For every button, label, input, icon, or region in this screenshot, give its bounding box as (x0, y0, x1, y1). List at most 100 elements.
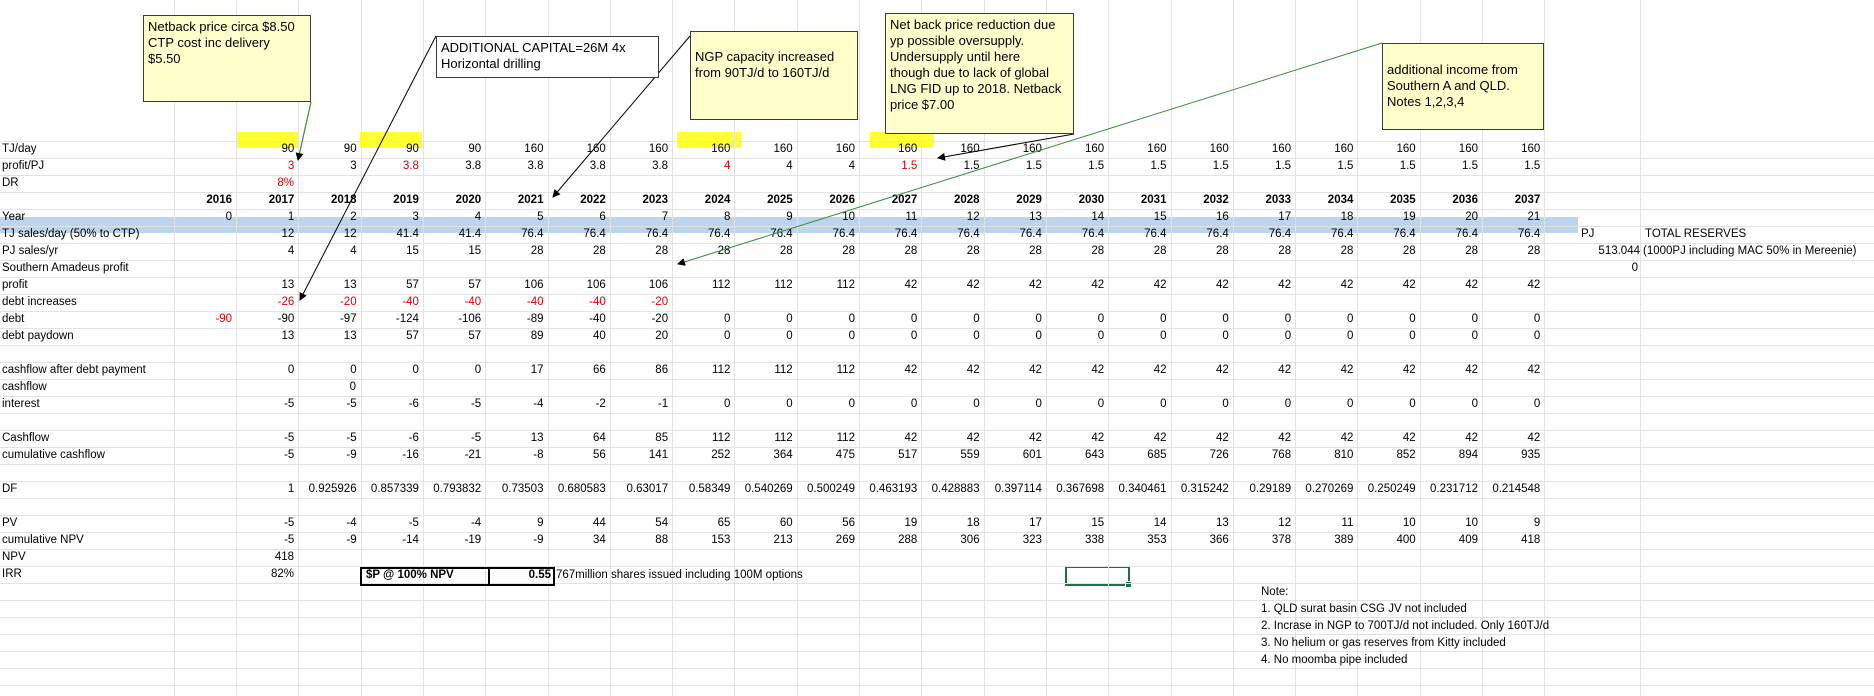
cell-cfafter[interactable]: 112 (672, 362, 730, 379)
cell-cashflow[interactable]: 42 (1482, 430, 1541, 447)
cell-interest[interactable]: 0 (1357, 396, 1415, 413)
cell-tjsales[interactable]: 76.4 (734, 226, 792, 243)
cell-cumcf[interactable]: 56 (548, 447, 606, 464)
cell-profitpj[interactable]: 1.5 (1295, 158, 1353, 175)
cell-cfafter[interactable]: 0 (423, 362, 481, 379)
cell-paydown[interactable]: 0 (1233, 328, 1291, 345)
cell-pjsales[interactable]: 15 (423, 243, 481, 260)
cell-interest[interactable]: 0 (921, 396, 979, 413)
cell-cumnpv[interactable]: 34 (548, 532, 606, 549)
cell-cumnpv[interactable]: -9 (298, 532, 356, 549)
cell-debtinc[interactable] (1482, 294, 1540, 311)
cell-interest[interactable]: 0 (1482, 396, 1540, 413)
cell-yearnum[interactable]: 15 (1108, 209, 1167, 226)
cell-cumnpv[interactable]: -19 (423, 532, 482, 549)
cell-interest[interactable]: -2 (548, 396, 606, 413)
cell-profitpj[interactable]: 1.5 (859, 158, 917, 175)
cell-paydown[interactable]: 0 (797, 328, 855, 345)
cell-tjsales[interactable]: 76.4 (548, 226, 605, 243)
cell-cashflow[interactable]: -6 (361, 430, 419, 447)
cell-debtinc[interactable]: -40 (548, 294, 606, 311)
cell-tjsales[interactable]: 76.4 (1233, 226, 1291, 243)
cell-cumnpv[interactable]: 306 (921, 532, 979, 549)
cell-cfafter[interactable]: 42 (1482, 362, 1541, 379)
cell-yearnum[interactable]: 16 (1171, 209, 1229, 226)
cell-debt[interactable]: -89 (485, 311, 544, 328)
cell-cumcf[interactable]: 894 (1420, 447, 1478, 464)
cell-profit[interactable]: 42 (1357, 277, 1416, 294)
cell-debtinc[interactable]: -26 (236, 294, 295, 311)
cell-pv[interactable]: 60 (734, 515, 793, 532)
cell-df[interactable]: 0.428883 (921, 481, 980, 498)
cell-cumnpv[interactable]: 400 (1357, 532, 1416, 549)
cell-tjday[interactable]: 160 (1357, 141, 1416, 158)
cell-pjsales[interactable]: 28 (1171, 243, 1229, 260)
cell-profit[interactable]: 42 (1046, 277, 1104, 294)
cell-df[interactable]: 0.315242 (1171, 481, 1229, 498)
cell-df[interactable]: 0.540269 (734, 481, 793, 498)
cell-cfafter[interactable]: 0 (236, 362, 294, 379)
note-additional-income[interactable]: additional income from Southern A and QL… (1382, 43, 1544, 130)
cell-pjsales[interactable]: 28 (1233, 243, 1291, 260)
cell-cumnpv[interactable]: -14 (361, 532, 419, 549)
cell-cumcf[interactable]: -16 (361, 447, 419, 464)
cell-debt[interactable]: -90 (236, 311, 295, 328)
cell-debtinc[interactable] (921, 294, 979, 311)
cell-profitpj[interactable]: 1.5 (1046, 158, 1104, 175)
cell-tjsales[interactable]: 76.4 (1295, 226, 1353, 243)
cell-yearnum[interactable]: 10 (797, 209, 855, 226)
cell-profit[interactable]: 112 (734, 277, 792, 294)
cell-profit[interactable]: 57 (361, 277, 419, 294)
cell-cfafter[interactable]: 42 (859, 362, 918, 379)
cell-paydown[interactable]: 0 (1046, 328, 1104, 345)
cell-df[interactable]: 0.231712 (1420, 481, 1478, 498)
cell-interest[interactable]: 0 (1420, 396, 1478, 413)
cell-cumnpv[interactable]: 153 (672, 532, 730, 549)
cell-pv[interactable]: 18 (921, 515, 980, 532)
cell-cashflow[interactable]: 85 (610, 430, 668, 447)
cell-paydown[interactable]: 0 (921, 328, 979, 345)
cell-pjsales[interactable]: 4 (236, 243, 294, 260)
cell-pv[interactable]: 10 (1357, 515, 1416, 532)
cell-df[interactable]: 0.73503 (485, 481, 544, 498)
cell-cumcf[interactable]: 559 (921, 447, 979, 464)
cell-df[interactable]: 0.29189 (1233, 481, 1292, 498)
cell-debtinc[interactable] (859, 294, 917, 311)
cell-debt[interactable]: 0 (1357, 311, 1415, 328)
cell-tjsales[interactable]: 12 (298, 226, 357, 243)
cell-debtinc[interactable] (1233, 294, 1291, 311)
cell-profit[interactable]: 106 (485, 277, 543, 294)
cell-pjsales[interactable]: 28 (672, 243, 731, 260)
cell-cfafter[interactable]: 17 (485, 362, 544, 379)
cell-pjsales[interactable]: 28 (485, 243, 544, 260)
cell-years[interactable]: 2022 (548, 192, 606, 209)
cell-pv[interactable]: 56 (797, 515, 855, 532)
cell-cashflow[interactable]: -5 (298, 430, 356, 447)
cell-pjsales[interactable]: 28 (1108, 243, 1167, 260)
cell-profit[interactable]: 112 (797, 277, 855, 294)
cell-cumnpv[interactable]: 269 (797, 532, 855, 549)
cell-yearnum[interactable]: 2 (298, 209, 356, 226)
cell-tjday[interactable]: 160 (859, 141, 917, 158)
cell-profitpj[interactable]: 1.5 (1482, 158, 1540, 175)
cell-pv[interactable]: 65 (672, 515, 731, 532)
cell-yearnum[interactable]: 5 (485, 209, 543, 226)
cell-pv[interactable]: -5 (236, 515, 294, 532)
cell-tjsales[interactable]: 76.4 (984, 226, 1042, 243)
cell-interest[interactable]: -5 (298, 396, 356, 413)
cell-pjsales[interactable]: 28 (921, 243, 980, 260)
cell-cumnpv[interactable]: 366 (1171, 532, 1229, 549)
cell-cumcf[interactable]: 475 (797, 447, 855, 464)
cell-df[interactable]: 0.925926 (298, 481, 357, 498)
cell-profit[interactable]: 112 (672, 277, 730, 294)
cell-paydown[interactable]: 0 (859, 328, 917, 345)
cell-paydown[interactable]: 0 (1420, 328, 1478, 345)
cell-tjday[interactable]: 160 (1171, 141, 1229, 158)
cell-cfafter[interactable]: 0 (298, 362, 356, 379)
cell-debtinc[interactable] (672, 294, 730, 311)
cell-pv[interactable]: 15 (1046, 515, 1104, 532)
cell-profitpj[interactable]: 4 (672, 158, 730, 175)
cell-cfafter[interactable]: 42 (1420, 362, 1478, 379)
cell-paydown[interactable]: 0 (984, 328, 1041, 345)
cell-debt[interactable]: 0 (859, 311, 917, 328)
